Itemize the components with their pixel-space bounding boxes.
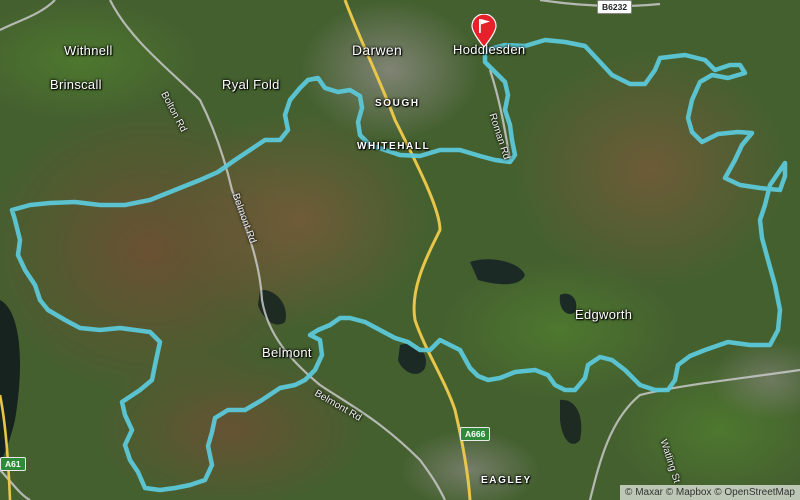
farmland-edgworth bbox=[440, 260, 680, 400]
road-shield-a666: A666 bbox=[460, 427, 491, 441]
map-canvas[interactable]: Withnell Brinscall Ryal Fold Darwen Hodd… bbox=[0, 0, 800, 500]
place-label-edgworth: Edgworth bbox=[575, 307, 633, 322]
urban-darwen bbox=[300, 0, 480, 140]
map-svg[interactable] bbox=[0, 0, 800, 500]
place-label-ryal-fold: Ryal Fold bbox=[222, 77, 280, 92]
place-label-sough: SOUGH bbox=[375, 98, 420, 109]
place-label-darwen: Darwen bbox=[352, 42, 403, 58]
flag-marker-icon[interactable] bbox=[470, 14, 498, 48]
road-shield-b6232: B6232 bbox=[597, 0, 633, 14]
place-label-brinscall: Brinscall bbox=[50, 77, 102, 92]
place-label-eagley: EAGLEY bbox=[481, 475, 532, 486]
place-label-whitehall: WHITEHALL bbox=[357, 141, 431, 152]
place-label-withnell: Withnell bbox=[64, 43, 113, 58]
map-attribution[interactable]: © Maxar © Mapbox © OpenStreetMap bbox=[620, 485, 800, 500]
road-shield-a61: A61 bbox=[0, 457, 26, 471]
place-label-belmont: Belmont bbox=[262, 345, 312, 360]
moorland-east bbox=[510, 50, 790, 290]
